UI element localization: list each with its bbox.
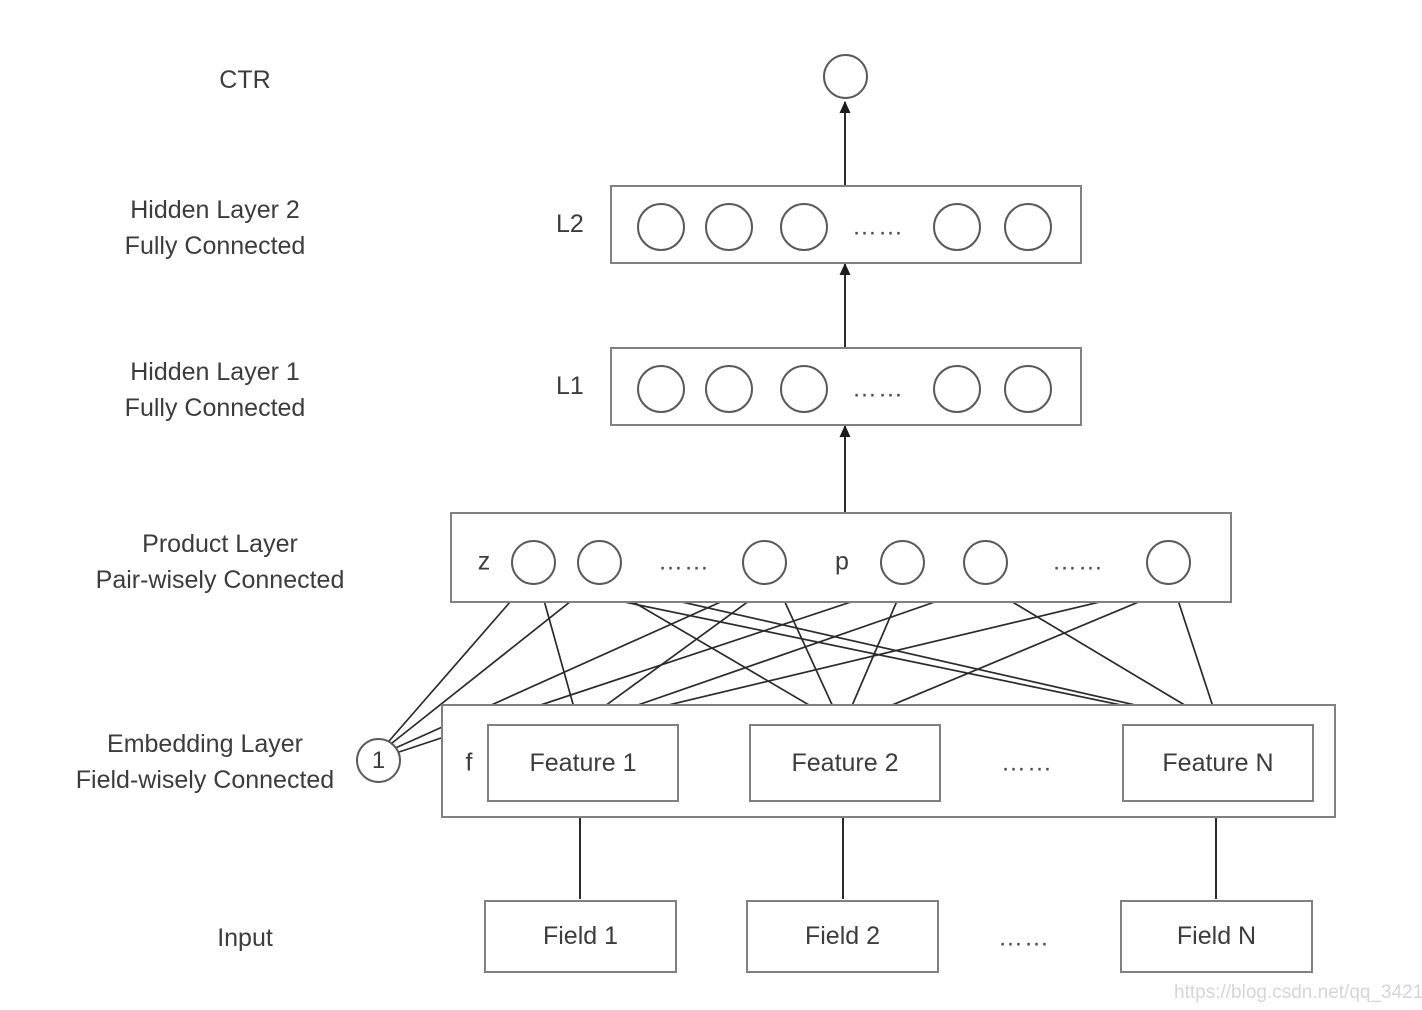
product-p-node-1 (880, 540, 925, 585)
field-box-1: Field 1 (484, 900, 677, 973)
wire-feature2-to-z3 (777, 586, 841, 723)
product-z-node-1 (511, 540, 556, 585)
wire-feature1-to-z1 (538, 585, 579, 723)
wire-feature1-to-p2 (585, 586, 976, 724)
product-z-ellipsis: …… (658, 547, 710, 576)
embedding-ellipsis: …… (1001, 748, 1053, 777)
wire-featureN-to-z2 (615, 584, 1211, 723)
feature-box-2: Feature 2 (749, 724, 941, 802)
wire-feature2-to-z2 (605, 585, 839, 723)
l1-node-4 (933, 365, 981, 413)
embedding-layer-box: f Feature 1 Feature 2 …… Feature N (441, 704, 1336, 818)
product-layer-z-label: z (477, 547, 491, 576)
l1-node-5 (1004, 365, 1052, 413)
watermark: https://blog.csdn.net/qq_34219959 (1174, 982, 1422, 1003)
row-label-hidden-layer-1: Hidden Layer 1 Fully Connected (124, 358, 306, 423)
row-label-hidden-layer-2: Hidden Layer 2 Fully Connected (124, 196, 306, 261)
l2-node-4 (933, 203, 981, 251)
embedding-layer-f-label: f (465, 748, 473, 777)
product-p-ellipsis: …… (1052, 547, 1104, 576)
row-label-embedding-layer: Embedding Layer Field-wisely Connected (75, 730, 335, 795)
layer-tag-l1: L1 (556, 372, 584, 400)
product-z-node-3 (742, 540, 787, 585)
field-box-n: Field N (1120, 900, 1313, 973)
field-box-2: Field 2 (746, 900, 939, 973)
wire-featureN-to-p2 (988, 587, 1214, 723)
hidden-layer-1-box: …… (610, 347, 1082, 426)
l1-ellipsis: …… (852, 374, 904, 403)
wire-feature2-to-p1 (844, 586, 904, 723)
l2-node-3 (780, 203, 828, 251)
feature-box-1: Feature 1 (487, 724, 679, 802)
bias-node: 1 (356, 738, 401, 783)
layer-tag-l2: L2 (556, 210, 584, 238)
diagram-canvas: CTR Hidden Layer 2 Fully Connected Hidde… (0, 0, 1422, 1010)
wire-featureN-to-p3 (1172, 587, 1219, 723)
wire-feature1-to-z3 (582, 586, 769, 723)
l1-node-2 (705, 365, 753, 413)
l2-ellipsis: …… (852, 212, 904, 241)
product-z-node-2 (577, 540, 622, 585)
l2-node-5 (1004, 203, 1052, 251)
connection-wires (382, 101, 1222, 899)
row-label-ctr: CTR (219, 66, 271, 94)
hidden-layer-2-box: …… (610, 185, 1082, 264)
l2-node-2 (705, 203, 753, 251)
product-p-node-3 (1146, 540, 1191, 585)
ctr-output-node (823, 54, 868, 99)
feature-box-n: Feature N (1122, 724, 1314, 802)
l1-node-3 (780, 365, 828, 413)
row-label-input: Input (217, 924, 273, 952)
product-layer-box: z …… p …… (450, 512, 1232, 603)
row-label-product-layer: Product Layer Pair-wisely Connected (95, 530, 345, 595)
l1-node-1 (637, 365, 685, 413)
wire-feature2-to-p3 (848, 587, 1173, 724)
product-p-node-2 (963, 540, 1008, 585)
input-ellipsis: …… (998, 923, 1050, 952)
l2-node-1 (637, 203, 685, 251)
product-layer-p-label: p (835, 547, 849, 576)
wire-featureN-to-z1 (551, 584, 1209, 724)
